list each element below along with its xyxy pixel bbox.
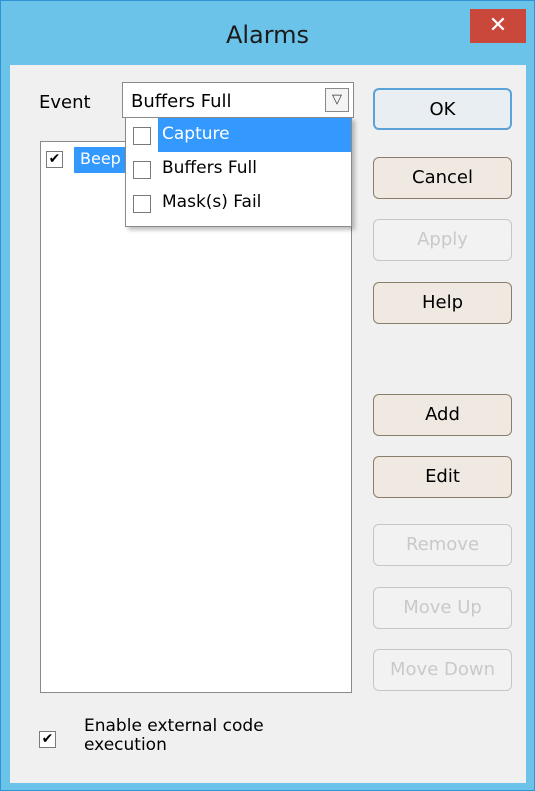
- ok-button[interactable]: OK: [373, 88, 512, 130]
- list-item-checkbox[interactable]: ✔: [46, 151, 63, 168]
- event-combobox[interactable]: Buffers Full ▽: [122, 82, 354, 118]
- option-label: Capture: [162, 124, 230, 144]
- apply-button[interactable]: Apply: [373, 219, 512, 261]
- event-dropdown-list: Capture Buffers Full Mask(s) Fail: [125, 117, 352, 227]
- title-bar[interactable]: Alarms ✕: [1, 1, 534, 65]
- dropdown-option-capture[interactable]: Capture: [126, 118, 351, 152]
- window-title: Alarms: [225, 21, 310, 49]
- move-up-button[interactable]: Move Up: [373, 587, 512, 629]
- option-checkbox[interactable]: [133, 161, 151, 179]
- edit-button[interactable]: Edit: [373, 456, 512, 498]
- add-button[interactable]: Add: [373, 394, 512, 436]
- remove-button[interactable]: Remove: [373, 524, 512, 566]
- option-label: Mask(s) Fail: [162, 192, 262, 212]
- dropdown-option-buffers-full[interactable]: Buffers Full: [126, 152, 351, 186]
- option-checkbox[interactable]: [133, 195, 151, 213]
- enable-external-checkbox[interactable]: ✔: [39, 731, 56, 748]
- cancel-button[interactable]: Cancel: [373, 157, 512, 199]
- option-checkbox[interactable]: [133, 127, 151, 145]
- event-selected-value: Buffers Full: [131, 91, 232, 112]
- alarms-dialog: Alarms ✕ Event Buffers Full ▽ ✔ Beep Cap…: [0, 0, 535, 791]
- dropdown-option-masks-fail[interactable]: Mask(s) Fail: [126, 186, 351, 220]
- enable-external-label: Enable external code execution: [84, 716, 264, 755]
- close-button[interactable]: ✕: [470, 9, 526, 43]
- chevron-down-icon[interactable]: ▽: [325, 88, 349, 112]
- dialog-client-area: Event Buffers Full ▽ ✔ Beep Capture Buff…: [10, 65, 526, 783]
- help-button[interactable]: Help: [373, 282, 512, 324]
- move-down-button[interactable]: Move Down: [373, 649, 512, 691]
- option-label: Buffers Full: [162, 158, 257, 178]
- event-label: Event: [39, 92, 91, 113]
